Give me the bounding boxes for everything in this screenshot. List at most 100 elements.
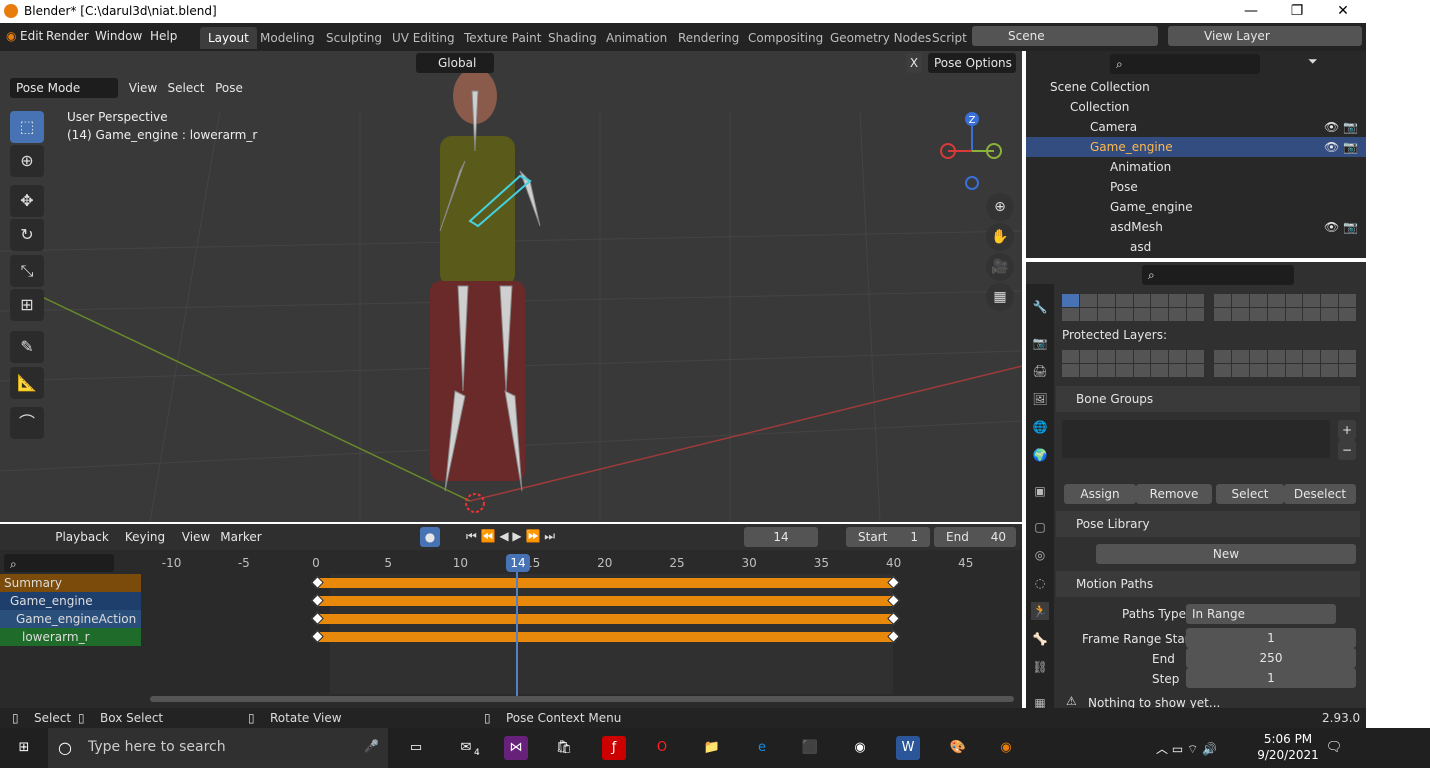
mirror-x-toggle[interactable]: X — [906, 53, 922, 73]
playback-menu[interactable]: Playback — [50, 527, 114, 547]
protected-layers-grid-2[interactable] — [1214, 350, 1356, 377]
zoom-icon[interactable]: ⊕ — [986, 193, 1014, 221]
timeline-editor[interactable]: Playback Keying View Marker ● ⏮ ⏪ ◀ ▶ ⏩ … — [0, 524, 1022, 708]
workspace-tab-animation[interactable]: Animation — [598, 27, 675, 49]
filter-icon[interactable]: ⏷ — [1308, 54, 1318, 69]
mode-selector[interactable]: Pose Mode — [10, 78, 118, 98]
outliner-row-collection[interactable]: Collection — [1026, 97, 1366, 117]
blender-taskbar-icon[interactable]: ◉ — [994, 736, 1018, 760]
properties-editor[interactable]: ⌕ 🔧 📷 🖨 🖼 🌐 🌍 ▣ ▢ ◎ ◌ 🏃 🦴 ⛓ ▦ Protected … — [1026, 262, 1366, 708]
scene-tab-icon[interactable]: 🌐 — [1031, 418, 1049, 436]
current-frame-field[interactable]: 14 — [744, 527, 818, 547]
viewport-menu-select[interactable]: Select — [166, 78, 206, 98]
modifiers-tab-icon[interactable]: ◎ — [1031, 546, 1049, 564]
menu-help[interactable]: Help — [150, 29, 177, 43]
workspace-tab-layout[interactable]: Layout — [200, 27, 257, 49]
outliner-row-scene-collection[interactable]: Scene Collection — [1026, 77, 1366, 97]
view-layer-selector[interactable]: View Layer — [1168, 26, 1362, 46]
outliner-row-asd[interactable]: asd — [1026, 237, 1366, 257]
start-frame-field[interactable]: Start 1 — [846, 527, 930, 547]
minimize-button[interactable]: — — [1228, 0, 1274, 23]
keying-menu[interactable]: Keying — [118, 527, 172, 547]
app-icon[interactable]: ⬛ — [798, 736, 822, 760]
workspace-tab-shading[interactable]: Shading — [540, 27, 605, 49]
scene-selector[interactable]: Scene — [972, 26, 1158, 46]
outliner-search-input[interactable]: ⌕ — [1110, 54, 1260, 74]
maximize-button[interactable]: ❐ — [1274, 0, 1320, 23]
bone-constraints-tab-icon[interactable]: ⛓ — [1031, 658, 1049, 676]
paint-icon[interactable]: 🎨 — [946, 736, 970, 760]
notification-icon[interactable]: 🗨 — [1322, 736, 1346, 760]
menu-render[interactable]: Render — [46, 29, 89, 43]
keyframe-hold-bar[interactable] — [317, 578, 893, 588]
constraints-tab-icon[interactable]: ◌ — [1031, 574, 1049, 592]
workspace-tab-texture-paint[interactable]: Texture Paint — [456, 27, 549, 49]
blender-menu-icon[interactable]: ◉ — [6, 29, 16, 43]
outliner-row-camera[interactable]: Camera 👁 📷 — [1026, 117, 1366, 137]
texture-tab-icon[interactable]: ▦ — [1031, 694, 1049, 708]
opera-icon[interactable]: O — [650, 736, 674, 760]
transform-orientation-selector[interactable]: Global — [416, 53, 494, 73]
workspace-tab-geometry-nodes[interactable]: Geometry Nodes — [822, 27, 939, 49]
store-icon[interactable]: 🛍 — [552, 736, 576, 760]
move-tool-icon[interactable]: ✥ — [10, 185, 44, 217]
menu-edit[interactable]: Edit — [20, 29, 43, 43]
edge-icon[interactable]: e — [750, 736, 774, 760]
deselect-button[interactable]: Deselect — [1284, 484, 1356, 504]
transform-tool-icon[interactable]: ⊞ — [10, 289, 44, 321]
viewport-menu-pose[interactable]: Pose — [212, 78, 246, 98]
armature-data-tab-icon[interactable]: 🏃 — [1031, 602, 1049, 620]
menu-window[interactable]: Window — [95, 29, 142, 43]
marker-menu[interactable]: Marker — [220, 527, 262, 547]
bone-groups-list[interactable] — [1062, 420, 1330, 458]
channel-game_engine[interactable]: Game_engine — [0, 592, 141, 610]
system-tray-icons[interactable]: ︿ ▭ ⌔ 🔊 — [1156, 740, 1217, 757]
annotate-tool-icon[interactable]: ✎ — [10, 331, 44, 363]
remove-bone-group-button[interactable]: − — [1338, 440, 1356, 460]
step-field[interactable]: 1 — [1186, 668, 1356, 688]
bone-groups-panel-header[interactable]: Bone Groups — [1056, 386, 1360, 412]
assign-button[interactable]: Assign — [1064, 484, 1136, 504]
pose-library-panel-header[interactable]: Pose Library — [1056, 511, 1360, 537]
workspace-tab-rendering[interactable]: Rendering — [670, 27, 747, 49]
word-icon[interactable]: W — [896, 736, 920, 760]
outliner-row-asdmesh[interactable]: asdMesh 👁 📷 — [1026, 217, 1366, 237]
protected-layers-grid-1[interactable] — [1062, 350, 1204, 377]
workspace-tab-sculpting[interactable]: Sculpting — [318, 27, 390, 49]
select-button[interactable]: Select — [1216, 484, 1284, 504]
playback-controls[interactable]: ⏮ ⏪ ◀ ▶ ⏩ ⏭ — [466, 529, 555, 544]
add-bone-group-button[interactable]: + — [1338, 420, 1356, 440]
workspace-tab-compositing[interactable]: Compositing — [740, 27, 831, 49]
paths-type-dropdown[interactable]: In Range — [1186, 604, 1336, 624]
properties-search-input[interactable]: ⌕ — [1142, 265, 1294, 285]
outliner-row-pose[interactable]: Pose — [1026, 177, 1366, 197]
viewport-menu-view[interactable]: View — [126, 78, 160, 98]
workspace-tab-modeling[interactable]: Modeling — [252, 27, 323, 49]
frame-range-end-field[interactable]: 250 — [1186, 648, 1356, 668]
tool-tab-icon[interactable]: 🔧 — [1031, 298, 1049, 316]
frame-range-start-field[interactable]: 1 — [1186, 628, 1356, 648]
visibility-toggle-icon[interactable]: 👁 📷 — [1324, 217, 1358, 237]
channel-search-input[interactable]: ⌕ — [4, 554, 114, 572]
task-view-icon[interactable]: ▭ — [404, 736, 428, 760]
new-pose-library-button[interactable]: New — [1096, 544, 1356, 564]
playhead-frame-label[interactable]: 14 — [506, 554, 530, 572]
flash-icon[interactable]: ƒ — [602, 736, 626, 760]
outliner-row-game_engine[interactable]: Game_engine 👁 📷 — [1026, 137, 1366, 157]
pan-hand-icon[interactable]: ✋ — [986, 223, 1014, 251]
view-layer-tab-icon[interactable]: 🖼 — [1031, 390, 1049, 408]
outliner-row-game_engine[interactable]: Game_engine — [1026, 197, 1366, 217]
keyframe-hold-bar[interactable] — [317, 614, 893, 624]
world-tab-icon[interactable]: 🌍 — [1031, 446, 1049, 464]
end-frame-field[interactable]: End 40 — [934, 527, 1016, 547]
camera-view-icon[interactable]: 🎥 — [986, 253, 1014, 281]
clock-time[interactable]: 5:06 PM — [1258, 732, 1318, 746]
cursor-tool-icon[interactable]: ⊕ — [10, 145, 44, 177]
select-box-tool-icon[interactable]: ⬚ — [10, 111, 44, 143]
channel-game_engineaction[interactable]: Game_engineAction — [0, 610, 141, 628]
pose-options-dropdown[interactable]: Pose Options — [928, 53, 1016, 73]
visibility-toggle-icon[interactable]: 👁 📷 — [1324, 117, 1358, 137]
navigation-gizmo[interactable]: Z — [936, 111, 1006, 191]
channel-lowerarm_r[interactable]: lowerarm_r — [0, 628, 141, 646]
object-tab-icon[interactable]: ▢ — [1031, 518, 1049, 536]
